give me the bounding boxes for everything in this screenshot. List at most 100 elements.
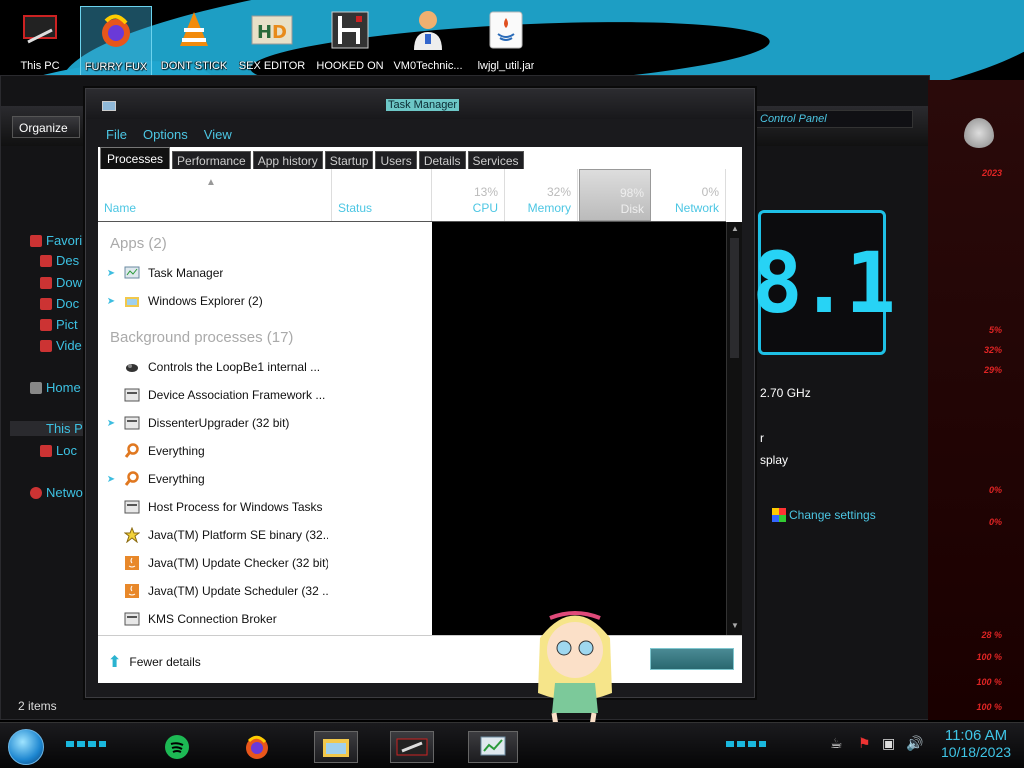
process-row[interactable]: Java(TM) Update Checker (32 bit) bbox=[98, 549, 432, 577]
desktop-icon-furry-fux[interactable]: FURRY FUX bbox=[80, 6, 152, 76]
tab-users[interactable]: Users bbox=[375, 151, 417, 169]
nav-item-label: Doc bbox=[56, 296, 80, 311]
taskbar-game-button[interactable] bbox=[390, 731, 434, 763]
volume-icon[interactable]: 🔊 bbox=[906, 735, 923, 752]
nav-item-documents[interactable]: Doc bbox=[40, 296, 79, 311]
svg-text:D: D bbox=[272, 22, 287, 43]
tab-services[interactable]: Services bbox=[467, 151, 524, 169]
expand-chevron-icon[interactable]: ➤ bbox=[98, 474, 124, 485]
desktop-icon-hooked-on[interactable]: HOOKED ON bbox=[314, 6, 386, 76]
scrollbar-thumb[interactable] bbox=[730, 238, 739, 358]
nav-item-local-disk[interactable]: Loc bbox=[40, 443, 77, 458]
scroll-up-icon[interactable]: ▲ bbox=[729, 224, 741, 236]
sort-ascending-icon: ▲ bbox=[206, 177, 216, 188]
expand-chevron-icon[interactable]: ➤ bbox=[98, 268, 124, 279]
process-row[interactable]: Java(TM) Platform SE binary (32... bbox=[98, 521, 432, 549]
column-percent: 32% bbox=[546, 185, 571, 199]
nav-item-downloads[interactable]: Dow bbox=[40, 275, 82, 290]
pictures-icon bbox=[40, 318, 52, 331]
menu-options[interactable]: Options bbox=[143, 127, 188, 142]
firefox-icon bbox=[246, 735, 268, 759]
tab-startup[interactable]: Startup bbox=[324, 151, 374, 169]
nav-item-desktop[interactable]: Des bbox=[40, 253, 79, 268]
vertical-scrollbar[interactable]: ▲ ▼ bbox=[726, 222, 742, 635]
process-row[interactable]: Host Process for Windows Tasks bbox=[98, 493, 432, 521]
task-manager-window[interactable]: Task Manager File Options View Processes… bbox=[85, 88, 755, 698]
process-row[interactable]: ➤ Windows Explorer (2) bbox=[98, 287, 432, 315]
column-header-disk[interactable]: 98% Disk bbox=[579, 169, 651, 221]
organize-button[interactable]: Organize bbox=[12, 116, 80, 138]
process-row[interactable]: Everything bbox=[98, 437, 432, 465]
column-header-cpu[interactable]: 13% CPU bbox=[432, 169, 505, 221]
gadget-readout: 0% bbox=[988, 485, 1002, 495]
svg-text:H: H bbox=[257, 22, 272, 43]
column-header-memory[interactable]: 32% Memory bbox=[505, 169, 578, 221]
game-icon bbox=[326, 6, 374, 54]
service-icon bbox=[124, 416, 140, 430]
title-bar[interactable]: Task Manager bbox=[86, 89, 754, 119]
taskbar-file-explorer-button[interactable] bbox=[314, 731, 358, 763]
gadget-readout: 0% bbox=[988, 517, 1002, 527]
process-row[interactable]: Controls the LoopBe1 internal ... bbox=[98, 353, 432, 381]
process-row[interactable]: Java(TM) Update Scheduler (32 ... bbox=[98, 577, 432, 605]
nav-item-favorites[interactable]: Favori bbox=[30, 233, 82, 248]
desktop-icon-dont-stick[interactable]: DONT STICK bbox=[158, 6, 230, 76]
tab-processes[interactable]: Processes bbox=[100, 147, 171, 169]
desktop-icon-label: HOOKED ON bbox=[316, 60, 384, 72]
column-label: Status bbox=[338, 201, 373, 215]
expand-chevron-icon[interactable]: ➤ bbox=[98, 296, 124, 307]
group-header-apps[interactable]: Apps (2) bbox=[110, 235, 167, 252]
nav-item-pictures[interactable]: Pict bbox=[40, 317, 78, 332]
tab-app-history[interactable]: App history bbox=[252, 151, 323, 169]
group-header-background[interactable]: Background processes (17) bbox=[110, 329, 293, 346]
fewer-details-button[interactable]: ⬆ Fewer details bbox=[108, 652, 201, 672]
column-header-name[interactable]: ▲ Name bbox=[98, 169, 332, 221]
task-manager-icon bbox=[480, 736, 506, 756]
nav-item-network[interactable]: Netwo bbox=[30, 485, 83, 500]
process-row[interactable]: Device Association Framework ... bbox=[98, 381, 432, 409]
nav-item-home[interactable]: Home bbox=[30, 380, 81, 395]
desktop-icon-vm0technic[interactable]: VM0Technic... bbox=[392, 6, 464, 76]
java-star-icon bbox=[124, 527, 140, 543]
service-icon bbox=[124, 388, 140, 402]
taskbar-firefox-button[interactable] bbox=[240, 731, 274, 763]
column-header-status[interactable]: Status bbox=[332, 169, 432, 221]
java-update-icon bbox=[125, 556, 139, 570]
nav-item-this-pc[interactable]: This P bbox=[10, 421, 90, 436]
desktop-icon-this-pc[interactable]: This PC bbox=[4, 6, 76, 76]
end-task-button[interactable] bbox=[650, 648, 734, 670]
process-name: Device Association Framework ... bbox=[148, 388, 326, 402]
change-settings-link[interactable]: Change settings bbox=[772, 508, 876, 522]
column-percent: 13% bbox=[473, 185, 498, 199]
task-manager-icon bbox=[102, 101, 116, 111]
gadget-readout: 32% bbox=[983, 345, 1002, 355]
menu-file[interactable]: File bbox=[106, 127, 127, 142]
action-center-icon[interactable]: ⚑ bbox=[858, 735, 871, 752]
taskbar-task-manager-button[interactable] bbox=[468, 731, 518, 763]
network-icon[interactable]: ▣ bbox=[882, 735, 895, 752]
menu-view[interactable]: View bbox=[204, 127, 232, 142]
start-button[interactable] bbox=[8, 729, 44, 765]
tab-performance[interactable]: Performance bbox=[172, 151, 251, 169]
desktop-icon-lwjgl-util[interactable]: lwjgl_util.jar bbox=[470, 6, 542, 76]
desktop-icon-label: DONT STICK bbox=[160, 60, 228, 72]
system-clock[interactable]: 11:06 AM 10/18/2023 bbox=[934, 727, 1018, 760]
process-row[interactable]: KMS Connection Broker bbox=[98, 605, 432, 633]
address-bar[interactable]: Control Panel bbox=[753, 110, 913, 128]
process-name: Java(TM) Update Scheduler (32 ... bbox=[148, 584, 328, 598]
process-row[interactable]: ➤ Task Manager bbox=[98, 259, 432, 287]
service-icon bbox=[124, 612, 140, 626]
tab-details[interactable]: Details bbox=[418, 151, 466, 169]
expand-chevron-icon[interactable]: ➤ bbox=[98, 418, 124, 429]
scroll-down-icon[interactable]: ▼ bbox=[729, 621, 741, 633]
this-pc-icon bbox=[16, 6, 64, 54]
process-row[interactable]: ➤ DissenterUpgrader (32 bit) bbox=[98, 409, 432, 437]
column-header-network[interactable]: 0% Network bbox=[651, 169, 726, 221]
nav-item-label: Home bbox=[46, 380, 81, 395]
desktop-icon-sex-editor[interactable]: HD SEX EDITOR bbox=[236, 6, 308, 76]
java-tray-icon[interactable]: ☕ bbox=[830, 735, 843, 752]
taskbar-spotify-button[interactable] bbox=[160, 731, 194, 763]
task-manager-icon bbox=[124, 266, 140, 279]
process-row[interactable]: ➤ Everything bbox=[98, 465, 432, 493]
nav-item-videos[interactable]: Vide bbox=[40, 338, 82, 353]
